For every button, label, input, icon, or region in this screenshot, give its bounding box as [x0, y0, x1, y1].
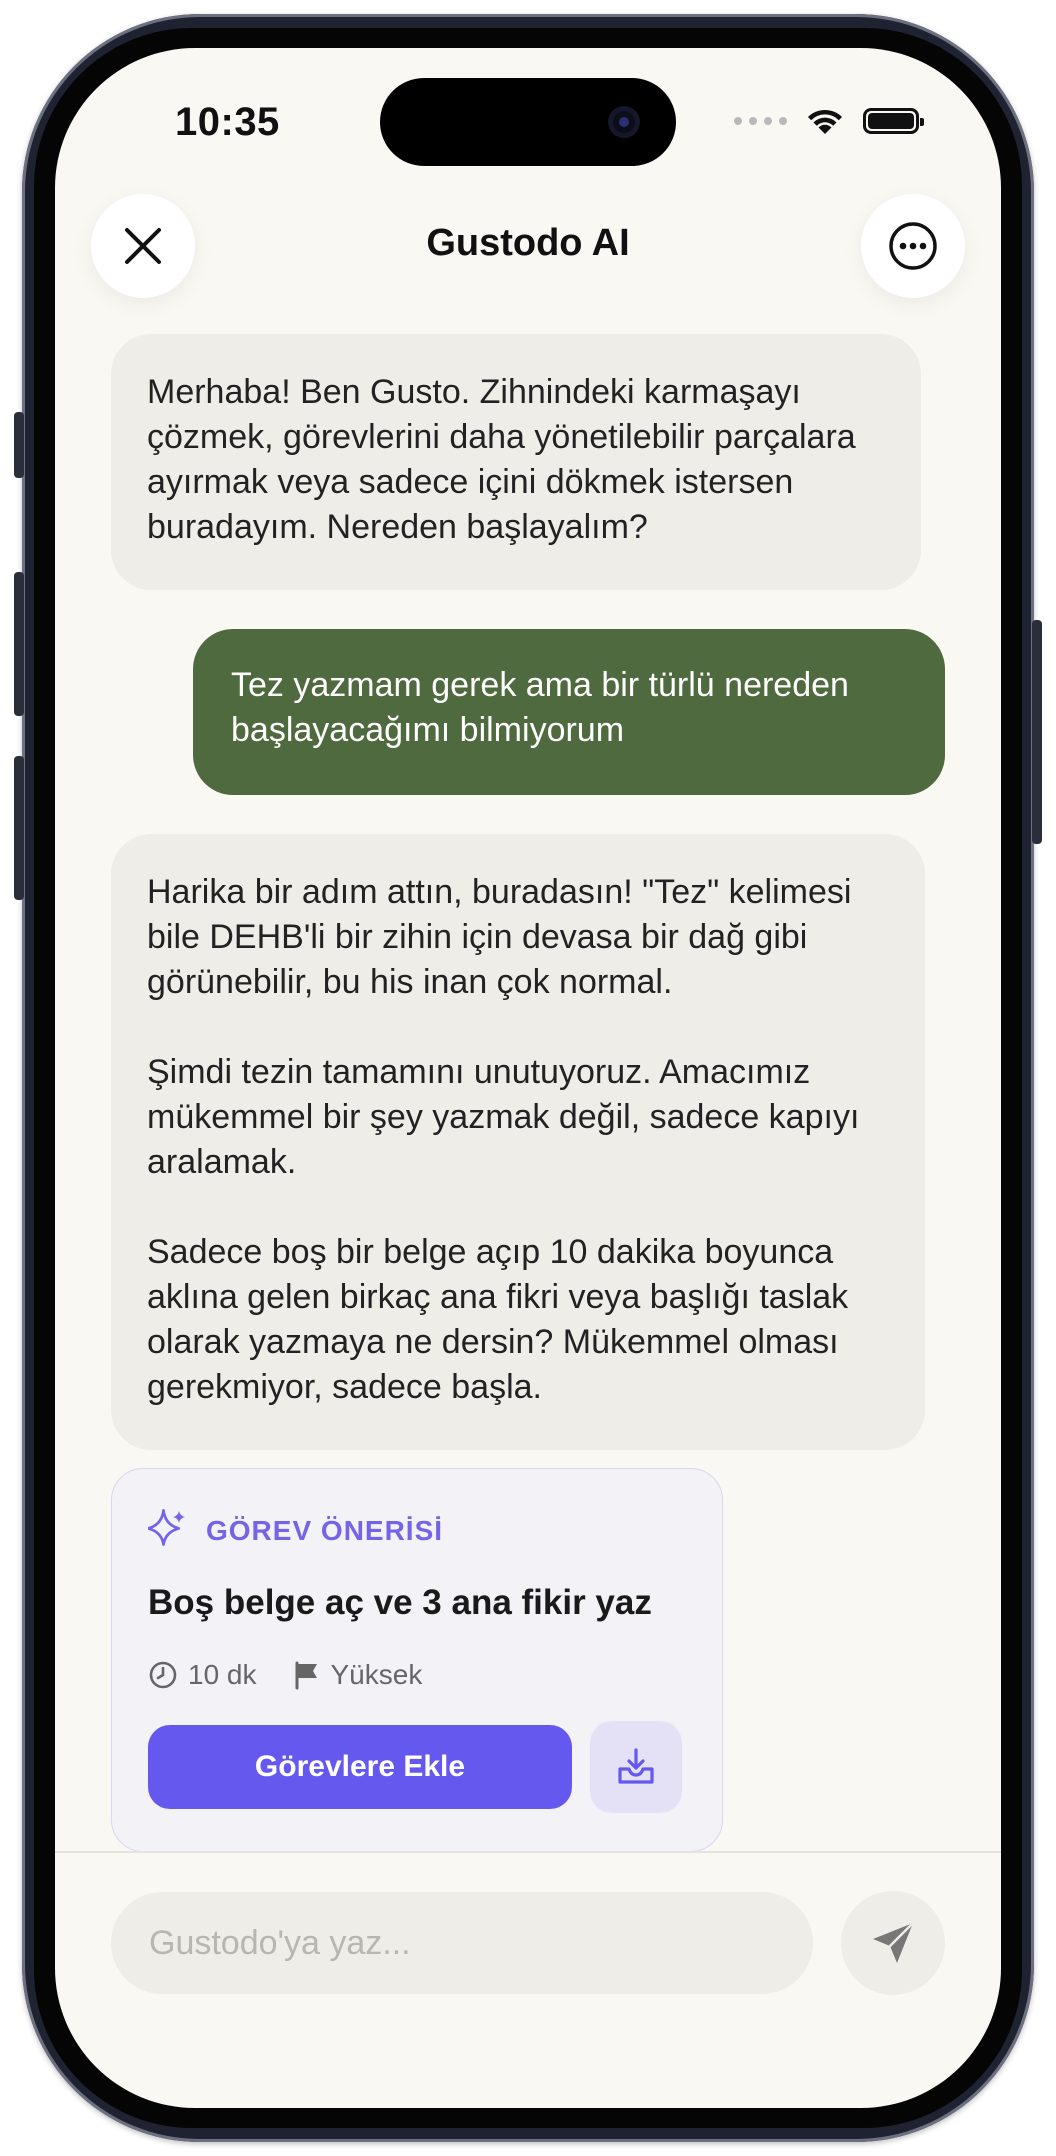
- cellular-signal-icon: [734, 117, 787, 125]
- power-button: [1032, 620, 1042, 844]
- bot-message: Merhaba! Ben Gusto. Zihnindeki karmaşayı…: [111, 334, 921, 590]
- app-screen: 10:35 Gustodo AI Merhaba! Ben Gusto. Zih…: [55, 48, 1001, 2108]
- task-priority-text: Yüksek: [330, 1659, 423, 1690]
- task-duration-text: 10 dk: [188, 1659, 257, 1690]
- user-message: Tez yazmam gerek ama bir türlü nereden b…: [193, 629, 945, 795]
- composer-divider: [55, 1851, 1001, 1853]
- wifi-icon: [808, 109, 842, 134]
- volume-up-button: [14, 572, 24, 716]
- task-suggestion-card: GÖREV ÖNERİSİ Boş belge aç ve 3 ana fiki…: [111, 1468, 723, 1852]
- task-title: Boş belge aç ve 3 ana fikir yaz: [148, 1583, 652, 1622]
- flag-icon: [295, 1661, 317, 1690]
- more-options-button[interactable]: [861, 194, 965, 298]
- battery-icon: [863, 108, 924, 134]
- bot-message: Harika bir adım attın, buradasın! "Tez" …: [111, 834, 925, 1450]
- page-title: Gustodo AI: [426, 222, 630, 264]
- message-input[interactable]: [111, 1892, 813, 1994]
- save-to-inbox-button[interactable]: [590, 1721, 682, 1813]
- inbox-download-icon: [618, 1748, 654, 1784]
- task-priority: Yüksek: [293, 1659, 423, 1691]
- status-time: 10:35: [175, 100, 280, 144]
- sparkle-icon: [148, 1509, 185, 1546]
- clock-icon: [149, 1661, 177, 1689]
- more-icon: [889, 222, 937, 270]
- mute-switch: [14, 412, 24, 478]
- send-icon: [873, 1921, 915, 1963]
- volume-down-button: [14, 756, 24, 900]
- dynamic-island: [380, 78, 676, 166]
- task-tag-label: GÖREV ÖNERİSİ: [206, 1515, 444, 1546]
- send-button[interactable]: [841, 1891, 945, 1995]
- front-camera: [608, 106, 640, 138]
- task-duration: 10 dk: [148, 1659, 257, 1691]
- task-suggestion-tag: GÖREV ÖNERİSİ: [148, 1509, 443, 1553]
- add-to-tasks-button[interactable]: Görevlere Ekle: [148, 1725, 572, 1809]
- task-meta: 10 dk Yüksek: [148, 1659, 422, 1691]
- status-icons: [734, 106, 924, 136]
